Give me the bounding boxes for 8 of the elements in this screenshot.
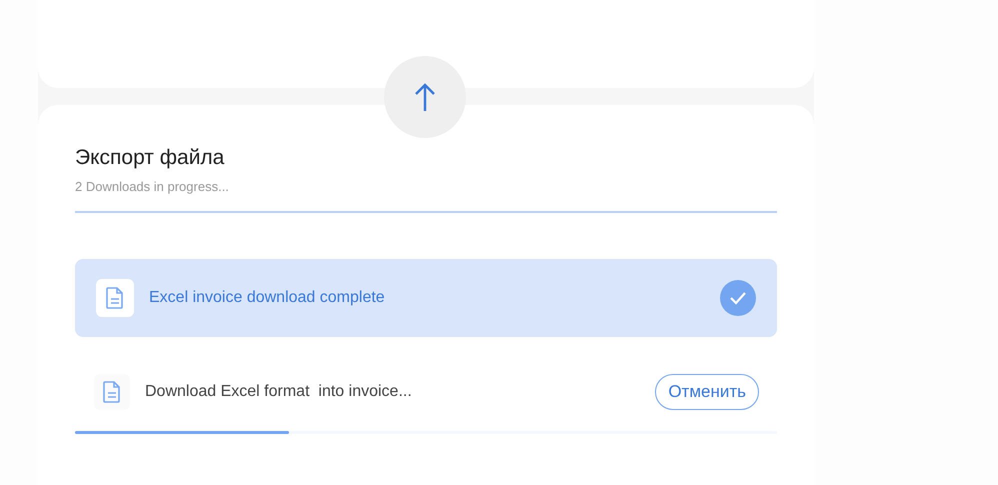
document-icon	[96, 278, 134, 316]
check-icon	[720, 280, 756, 316]
card-title: Экспорт файла	[75, 145, 226, 171]
download-label: Download Excel format into invoice...	[145, 382, 412, 402]
download-label: Excel invoice download complete	[149, 288, 385, 308]
cancel-button[interactable]: Отменить	[655, 374, 759, 410]
card-subtitle: 2 Downloads in progress...	[75, 178, 230, 196]
document-icon	[94, 374, 130, 410]
